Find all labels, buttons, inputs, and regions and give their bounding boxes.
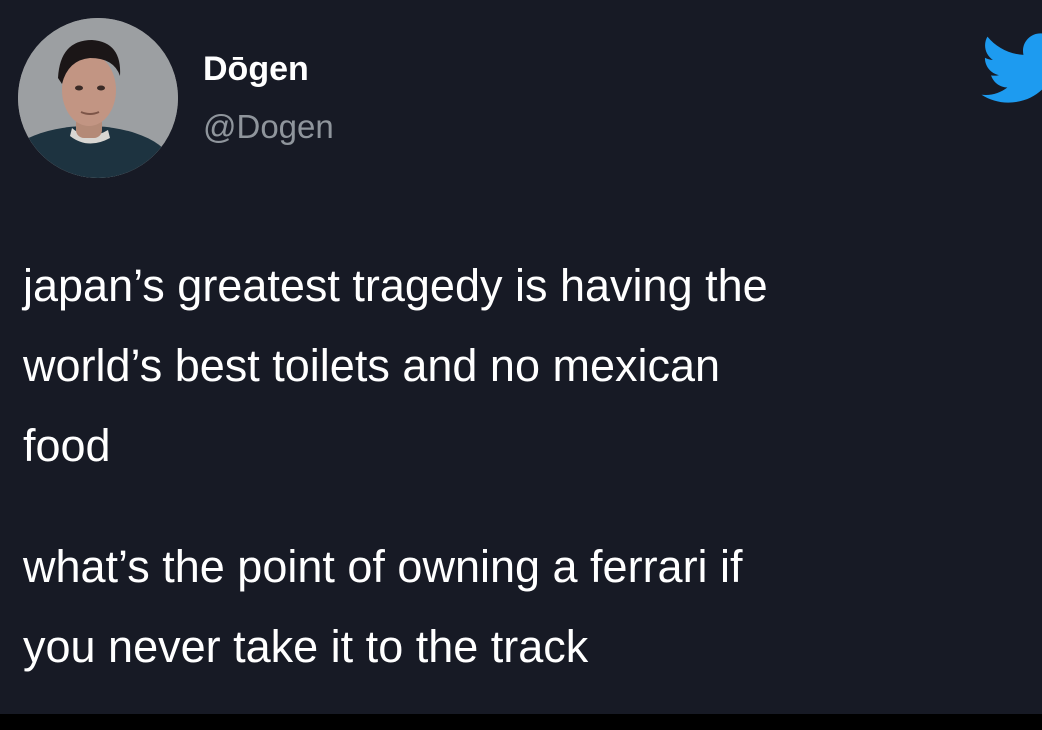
tweet-line: world’s best toilets and no mexican (23, 340, 721, 391)
avatar-photo (18, 18, 178, 178)
author-display-name[interactable]: Dōgen (203, 50, 309, 89)
twitter-bird-icon (981, 33, 1042, 103)
avatar[interactable] (18, 18, 178, 178)
tweet-line: what’s the point of owning a ferrari if (23, 541, 743, 592)
tweet-line: japan’s greatest tragedy is having the (23, 260, 768, 311)
author-handle[interactable]: @Dogen (203, 108, 334, 146)
tweet-line: you never take it to the track (23, 621, 589, 672)
tweet-line: food (23, 420, 111, 471)
tweet-paragraph-2: what’s the point of owning a ferrari if … (23, 527, 1042, 687)
tweet-paragraph-1: japan’s greatest tragedy is having the w… (23, 246, 1042, 486)
tweet-card: Dōgen @Dogen japan’s greatest tragedy is… (0, 0, 1042, 714)
